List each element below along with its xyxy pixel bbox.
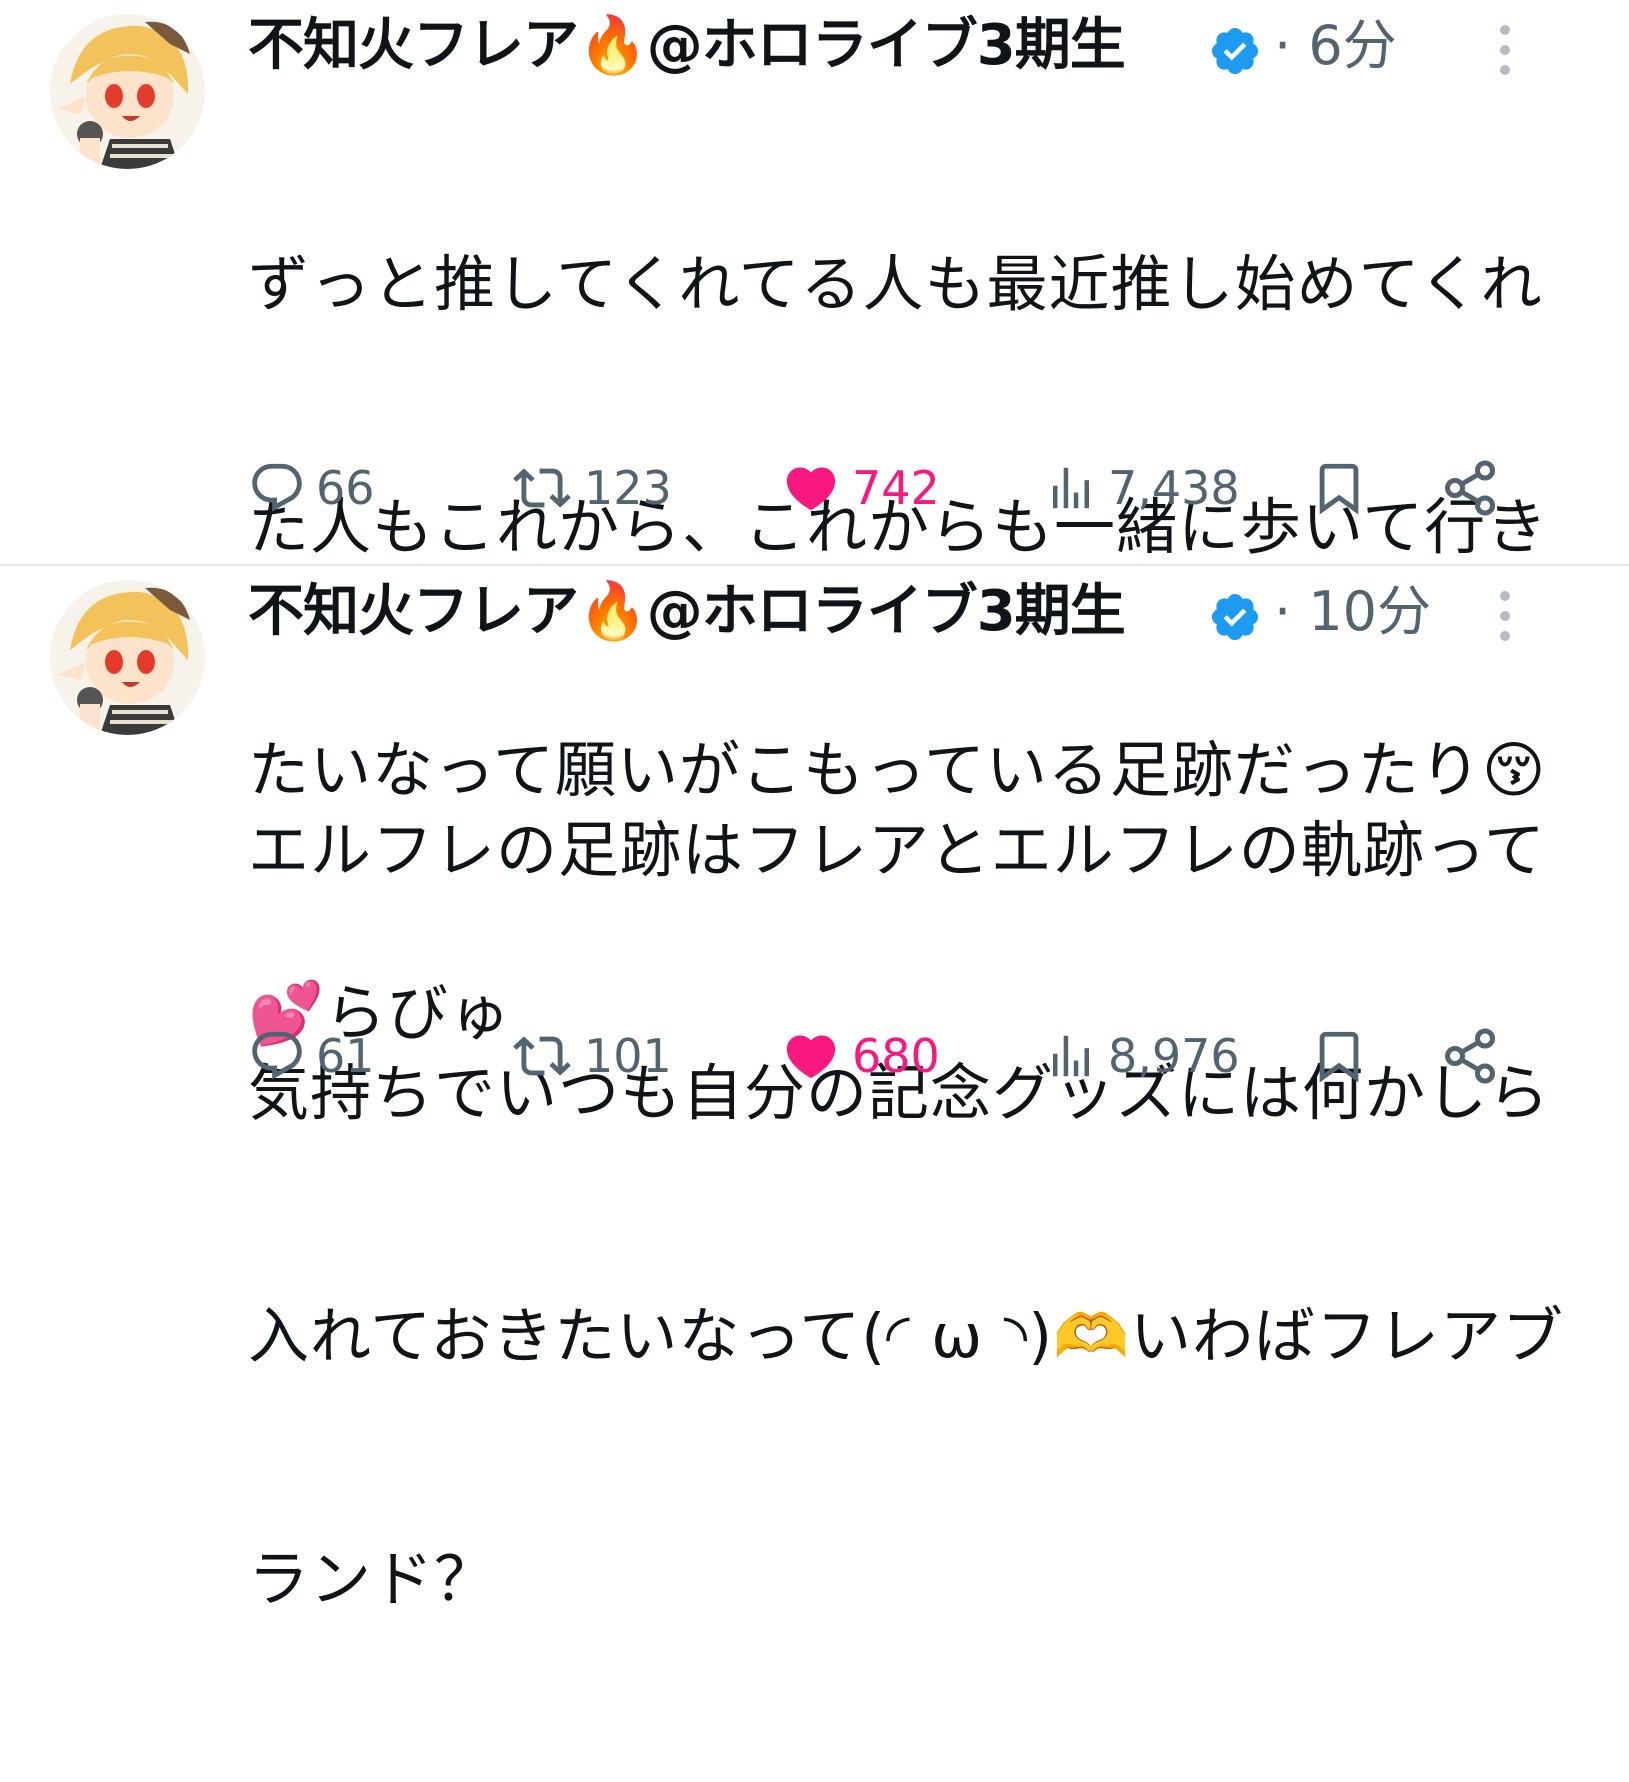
repost-button[interactable]: 123 [510,448,672,528]
repost-icon [513,1036,571,1076]
reply-icon [252,1031,302,1080]
display-name[interactable]: 不知火フレア🔥@ホロライブ3期生 [248,10,1126,82]
views-icon [1053,467,1089,509]
like-icon [786,467,836,511]
more-icon[interactable] [1490,586,1520,646]
timestamp[interactable]: · 10分 [1274,576,1431,648]
bookmark-button[interactable] [1310,1016,1368,1096]
bookmark-button[interactable] [1310,448,1368,528]
verified-badge-icon [1211,593,1259,641]
action-bar: 66 123 742 7,438 [248,448,1568,528]
views-count: 7,438 [1108,461,1240,515]
avatar[interactable] [50,580,205,735]
reply-icon [252,463,302,512]
timestamp[interactable]: · 6分 [1274,10,1397,82]
share-icon [1445,460,1495,516]
reply-count: 61 [316,1029,375,1083]
share-icon [1445,1028,1495,1084]
like-button[interactable]: 680 [780,1016,940,1096]
repost-icon [513,468,571,508]
share-button[interactable] [1440,1016,1500,1096]
reply-count: 66 [316,461,375,515]
display-name[interactable]: 不知火フレア🔥@ホロライブ3期生 [248,576,1126,648]
reply-button[interactable]: 66 [248,448,375,528]
tweet-header: 不知火フレア🔥@ホロライブ3期生 · 10分 [248,572,1588,652]
like-count: 742 [852,461,940,515]
bookmark-icon [1319,1031,1359,1083]
tweet-text-line: ずっと推してくれてる人も最近推し始めてくれ [248,249,1543,320]
tweet-text-line: 入れておきたいなって(◜ ω ◝)🫶いわばフレアブ [248,1301,1564,1372]
avatar[interactable] [50,14,205,169]
bookmark-icon [1319,463,1359,515]
tweet-text-line: ランド？ [248,1544,497,1615]
tweet[interactable]: 不知火フレア🔥@ホロライブ3期生 · 6分 ずっと推してくれてる人も最近推し始め… [0,0,1629,1049]
tweet-text-line: エルフレの足跡はフレアとエルフレの軌跡って [248,815,1546,886]
tweet-text: エルフレの足跡はフレアとエルフレの軌跡って 気持ちでいつも自分の記念グッズには何… [248,648,1598,1782]
views-button[interactable]: 8,976 [1044,1016,1240,1096]
repost-count: 123 [584,461,672,515]
like-icon [786,1035,836,1079]
repost-button[interactable]: 101 [510,1016,672,1096]
more-icon[interactable] [1490,20,1520,80]
verified-badge-icon [1211,27,1259,75]
views-count: 8,976 [1108,1029,1240,1083]
views-icon [1053,1035,1089,1077]
tweet-header: 不知火フレア🔥@ホロライブ3期生 · 6分 [248,6,1588,86]
reply-button[interactable]: 61 [248,1016,375,1096]
action-bar: 61 101 680 8,976 [248,1016,1568,1096]
like-button[interactable]: 742 [780,448,940,528]
tweet[interactable]: 不知火フレア🔥@ホロライブ3期生 · 10分 エルフレの足跡はフレアとエルフレの… [0,566,1629,1615]
share-button[interactable] [1440,448,1500,528]
like-count: 680 [852,1029,940,1083]
views-button[interactable]: 7,438 [1044,448,1240,528]
repost-count: 101 [584,1029,672,1083]
